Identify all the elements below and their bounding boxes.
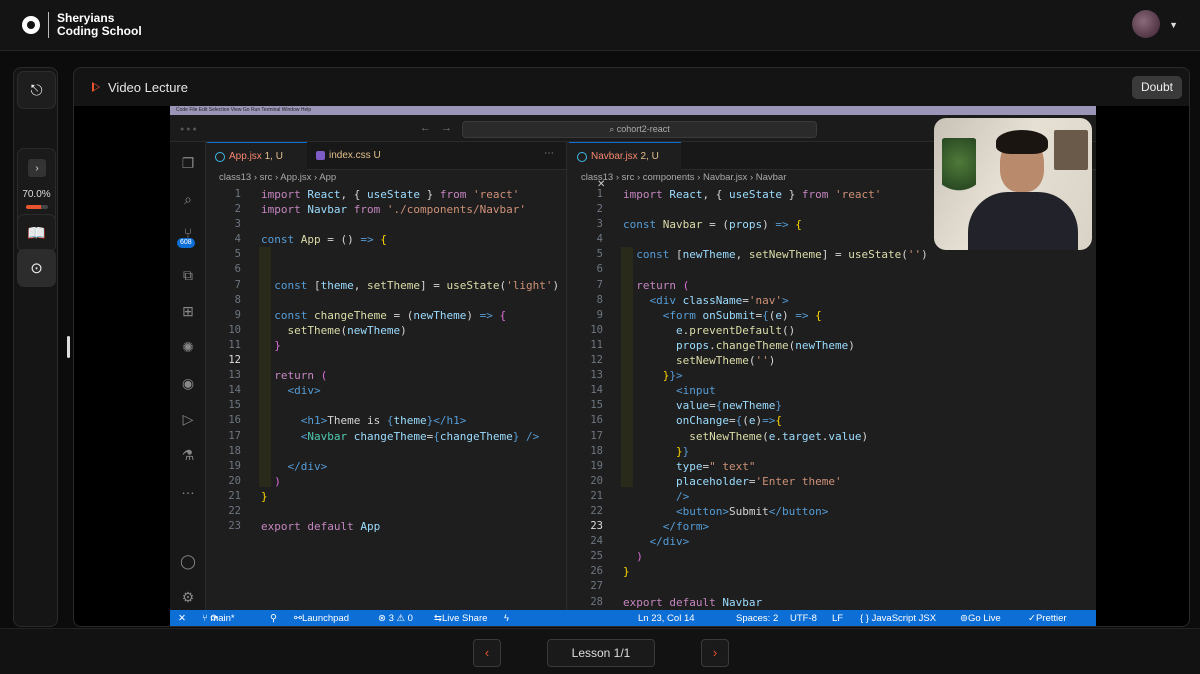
lesson-footer: ‹ Lesson 1/1 ›: [0, 628, 1200, 674]
encoding-status: UTF-8: [790, 613, 817, 624]
webcam-shelf: [1054, 130, 1088, 170]
search-icon: ⌕: [184, 191, 192, 207]
tab-navbar-jsx-status: 2, U: [640, 151, 659, 162]
tab-app-jsx: App.jsx 1, U: [207, 142, 307, 170]
exit-lesson-button[interactable]: ⎋: [17, 71, 56, 109]
doubt-button[interactable]: Doubt: [1131, 76, 1182, 99]
chevron-right-icon: ›: [35, 162, 39, 174]
user-avatar[interactable]: [1132, 10, 1160, 38]
more-icon: …: [181, 481, 195, 497]
code-app-jsx: 1 import React, { useState } from 'react'…: [228, 188, 560, 534]
launchpad-status: ⚯ Launchpad: [294, 610, 349, 626]
settings-gear-icon: ⚙: [181, 589, 195, 605]
logo-icon[interactable]: [22, 16, 40, 34]
liveshare-status: ⇆ Live Share: [434, 610, 487, 626]
golive-label: Go Live: [967, 613, 1001, 624]
ai-icon: ✺: [182, 339, 194, 355]
progress-bar-fill: [26, 205, 42, 209]
progress-bar: [26, 205, 48, 209]
lecture-panel: Video Lecture Doubt Code File Edit Selec…: [73, 67, 1190, 627]
top-bar: Sheryians Coding School ▼: [0, 0, 1200, 51]
editor-left: App.jsx 1, U index.css U ⋯ class13 › src…: [207, 142, 567, 610]
nav-arrows: ←→: [420, 122, 462, 134]
tab-app-jsx-status: 1, U: [264, 151, 283, 162]
chevron-left-icon: ‹: [484, 645, 490, 660]
golive-status: ⊚ Go Live: [960, 610, 1001, 626]
run-debug-icon: ▷: [182, 411, 194, 427]
liveshare-label: Live Share: [441, 613, 488, 624]
panel-header: Video Lecture Doubt: [74, 68, 1189, 106]
editor-left-tabs: App.jsx 1, U index.css U ⋯: [207, 142, 566, 170]
play-icon: [92, 82, 100, 92]
panel-resize-handle[interactable]: [67, 336, 70, 358]
css-icon: [316, 151, 325, 160]
command-center-text: cohort2-react: [616, 124, 670, 134]
expand-sidebar-button[interactable]: ›: [28, 159, 46, 177]
remote-icon: ⧉: [183, 267, 193, 283]
book-icon: 📖: [27, 225, 46, 242]
tab-index-css-status: U: [373, 150, 381, 161]
logo-divider: [48, 12, 49, 38]
panel-title: Video Lecture: [108, 79, 188, 95]
prettier-status: ✓ Prettier: [1028, 610, 1067, 626]
github-icon: ◉: [181, 375, 195, 391]
breadcrumb-right: class13 › src › components › Navbar.jsx …: [581, 172, 787, 183]
prev-lesson-button[interactable]: ‹: [473, 639, 501, 667]
explorer-icon: ❐: [181, 155, 195, 171]
react-icon: [215, 152, 225, 162]
breadcrumb-left: class13 › src › App.jsx › App: [219, 172, 337, 183]
mac-menu-bar: Code File Edit Selection View Go Run Ter…: [170, 106, 1096, 115]
chevron-down-icon[interactable]: ▼: [1169, 20, 1178, 30]
testing-icon: ⚗: [181, 447, 195, 463]
indent-status: Spaces: 2: [736, 613, 779, 624]
branch-name: main*: [210, 613, 235, 624]
app-root: Sheryians Coding School ▼ ⎋ › 70.0% 📖 ⊙: [0, 0, 1200, 674]
remote-status-icon: ✕: [178, 613, 186, 624]
brand-name[interactable]: Sheryians Coding School: [57, 12, 142, 38]
bolt-icon: ϟ: [504, 613, 510, 624]
launchpad-label: Launchpad: [301, 613, 349, 624]
account-icon: ◯: [180, 553, 196, 569]
lesson-indicator: Lesson 1/1: [547, 639, 655, 667]
chevron-right-icon: ›: [712, 645, 718, 660]
video-button[interactable]: ⊙: [17, 249, 56, 287]
eol-status: LF: [832, 613, 844, 624]
tab-index-css: index.css U: [307, 142, 397, 170]
tab-navbar-jsx-name: Navbar.jsx: [591, 151, 638, 162]
brand-line2: Coding School: [57, 24, 142, 38]
notes-button[interactable]: 📖: [17, 214, 56, 252]
extension-status-icon: ⚲: [270, 613, 277, 624]
tab-app-jsx-name: App.jsx: [229, 151, 262, 162]
left-rail: ⎋ › 70.0% 📖 ⊙: [13, 67, 58, 627]
branch-status: ⑂ main* ⟳: [202, 610, 235, 626]
cursor-position: Ln 23, Col 14: [638, 613, 695, 624]
prettier-label: Prettier: [1035, 613, 1067, 624]
extensions-icon: ⊞: [182, 303, 194, 319]
window-controls: ●●●: [180, 126, 199, 133]
language-status: { } JavaScript JSX: [860, 613, 937, 624]
command-center: ⌕ cohort2-react: [462, 121, 817, 138]
react-icon: [577, 152, 587, 162]
editor-more-icon: ⋯: [544, 148, 554, 159]
source-control-badge: 608: [177, 238, 195, 248]
progress-percent: 70.0%: [22, 189, 51, 200]
video-player[interactable]: Code File Edit Selection View Go Run Ter…: [74, 106, 1189, 626]
ide-status-bar: ✕ ⑂ main* ⟳ ⚲ ⚯ Launchpad ⊗ 3 ⚠ 0 ⇆ Live…: [170, 610, 1096, 626]
vscode-screen: Code File Edit Selection View Go Run Ter…: [170, 106, 1096, 626]
instructor-webcam: [934, 118, 1092, 250]
webcam-person-body: [968, 192, 1078, 250]
webcam-person-hair: [996, 130, 1048, 154]
tab-index-css-name: index.css: [329, 150, 371, 161]
play-circle-icon: ⊙: [30, 260, 43, 277]
tab-navbar-jsx: Navbar.jsx 2, U ✕: [569, 142, 681, 190]
activity-bar: ❐ ⌕ ⑂ 608 ⧉ ⊞ ✺ ◉ ▷ ⚗ … ◯ ⚙: [170, 142, 206, 610]
problems-status: ⊗ 3 ⚠ 0: [378, 613, 413, 624]
next-lesson-button[interactable]: ›: [701, 639, 729, 667]
webcam-plant: [942, 138, 976, 198]
exit-icon: ⎋: [30, 81, 43, 99]
code-navbar-jsx: 1 import React, { useState } from 'react'…: [590, 188, 928, 609]
